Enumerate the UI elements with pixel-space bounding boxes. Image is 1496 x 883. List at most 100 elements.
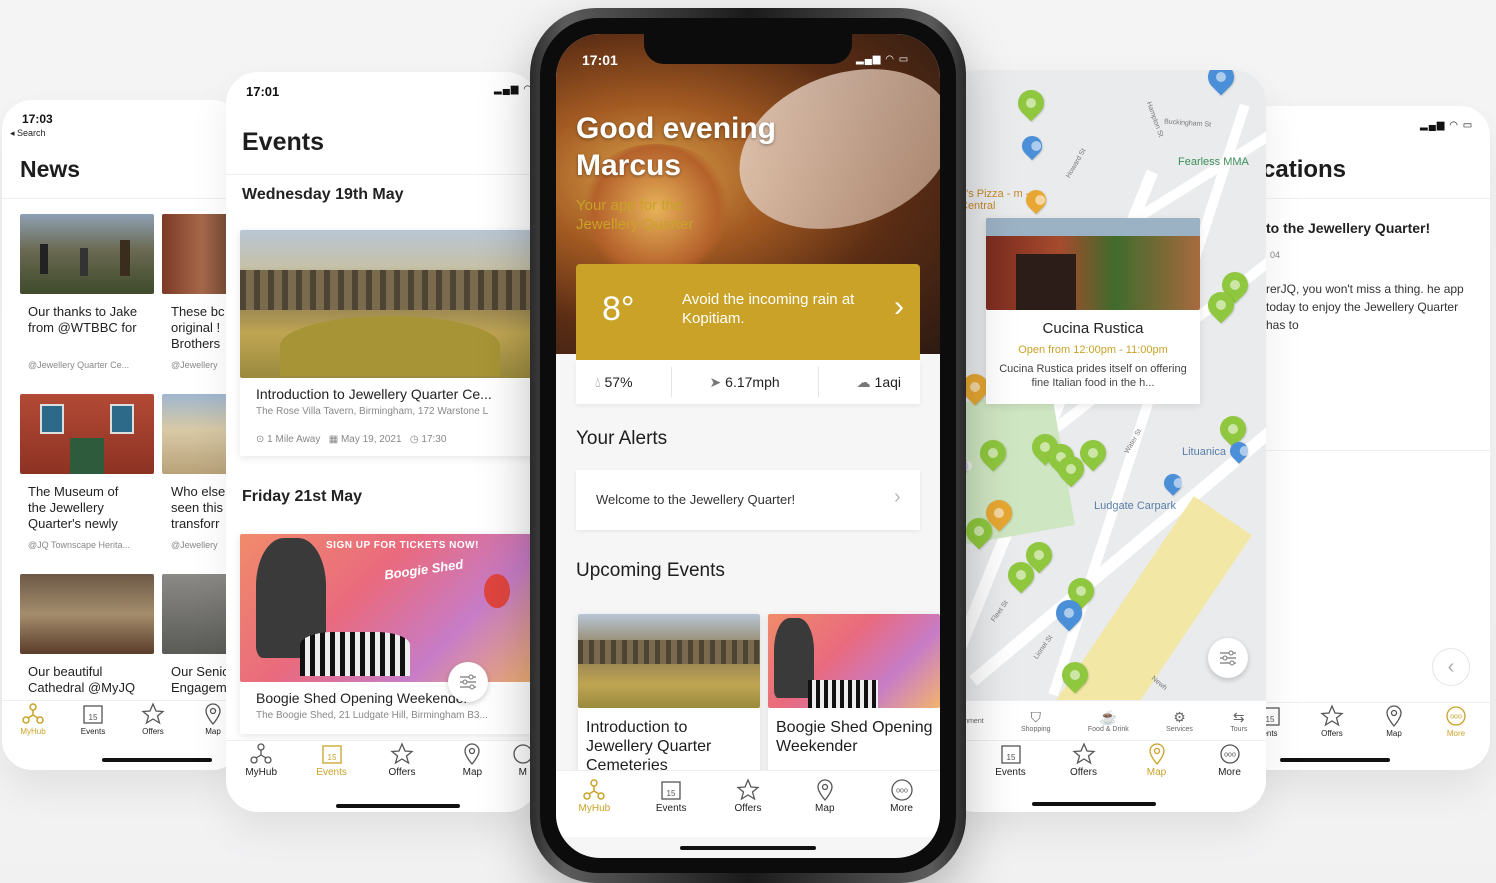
news-item-title-3[interactable]: The Museum of the Jewellery Quarter's ne… — [28, 484, 138, 532]
calendar-icon: 15 — [83, 705, 103, 724]
home-tab-more[interactable]: ooo More — [872, 777, 932, 837]
news-back-link[interactable]: ◂ Search — [10, 128, 46, 139]
home-tab-more-label: More — [890, 803, 913, 814]
map-tab-map-label: Map — [1146, 767, 1167, 778]
events-tab-map[interactable]: Map — [442, 741, 502, 797]
event-card-2-image: SIGN UP FOR TICKETS NOW! Boogie Shed — [240, 534, 538, 682]
home-tab-myhub[interactable]: MyHub — [564, 777, 624, 837]
events-home-indicator — [336, 804, 460, 808]
category-tours[interactable]: ⇆ Tours — [1230, 709, 1247, 733]
event-card-1-meta: ⊙ 1 Mile Away ▦ May 19, 2021 ◷ 17:30 — [256, 434, 446, 445]
back-chevron-button[interactable]: ‹ — [1432, 648, 1470, 686]
news-image-1[interactable] — [20, 214, 154, 294]
venue-popup-name: Cucina Rustica — [1042, 320, 1144, 337]
news-status-time: 17:03 — [22, 112, 53, 126]
venue-popup-image — [986, 218, 1200, 310]
map-marker[interactable] — [1017, 131, 1047, 161]
event-card-2[interactable]: SIGN UP FOR TICKETS NOW! Boogie Shed Boo… — [240, 534, 538, 734]
event-card-2-banner: SIGN UP FOR TICKETS NOW! — [326, 540, 479, 551]
category-shopping[interactable]: ⛉ Shopping — [1021, 709, 1051, 733]
filter-button[interactable] — [448, 662, 488, 702]
map-pin-icon — [1386, 705, 1402, 727]
upcoming-event-2-image — [768, 614, 940, 708]
map-tab-offers[interactable]: Offers — [1054, 741, 1114, 791]
alert-text: Welcome to the Jewellery Quarter! — [596, 492, 796, 507]
home-tab-events[interactable]: 15 Events — [641, 777, 701, 837]
weather-stats: 💧︎ 57% ➤ 6.17mph ☁ 1aqi — [576, 360, 920, 404]
calendar-icon: 15 — [321, 745, 342, 764]
events-tab-events-label: Events — [316, 767, 347, 778]
svg-text:ooo: ooo — [896, 788, 908, 795]
news-tab-myhub[interactable]: MyHub — [4, 701, 62, 751]
chevron-right-icon: › — [894, 486, 901, 508]
events-tab-myhub[interactable]: MyHub — [231, 741, 291, 797]
map-tab-offers-label: Offers — [1069, 767, 1098, 778]
notifications-screen: ▂▄▆ ◠ ▭ cations to the Jewellery Quarter… — [1240, 106, 1490, 770]
alert-item[interactable]: Welcome to the Jewellery Quarter! › — [576, 470, 920, 530]
greeting-subtitle: Your app for the Jewellery Quarter — [576, 197, 694, 233]
home-tab-map[interactable]: Map — [795, 777, 855, 837]
events-tab-events[interactable]: 15 Events — [302, 741, 362, 797]
news-item-title-5[interactable]: Our beautiful Cathedral @MyJQ — [28, 664, 148, 696]
news-tab-offers[interactable]: Offers — [124, 701, 182, 751]
map-label-ludgate: Ludgate Carpark — [1094, 500, 1176, 512]
map-label-newhall: Newh — [1149, 675, 1169, 692]
map-label-lituanica: Lituanica — [1182, 446, 1227, 458]
map-marker[interactable] — [1012, 84, 1050, 122]
notifications-tab-map[interactable]: Map — [1364, 703, 1424, 749]
news-tab-map-label: Map — [205, 727, 221, 736]
news-tab-myhub-label: MyHub — [20, 727, 46, 736]
news-tab-bar: MyHub 15 Events Offers Map — [2, 700, 242, 751]
shopping-bag-icon: ⛉ — [1030, 709, 1042, 725]
events-tab-offers-label: Offers — [388, 767, 416, 778]
cup-icon: ☕ — [1099, 709, 1118, 725]
news-item-title-1[interactable]: Our thanks to Jake from @WTBBC for — [28, 304, 138, 336]
events-page-title: Events — [242, 128, 324, 156]
map-filter-button[interactable] — [1208, 638, 1248, 678]
more-icon: ooo — [1446, 706, 1466, 726]
news-image-5[interactable] — [20, 574, 154, 654]
map-tab-events[interactable]: 15 Events — [981, 741, 1041, 791]
weather-message: Avoid the incoming rain at Kopitiam. — [682, 291, 855, 327]
category-food-drink[interactable]: ☕ Food & Drink — [1088, 709, 1129, 733]
filter-icon — [1220, 650, 1236, 666]
venue-popup[interactable]: Cucina Rustica Open from 12:00pm - 11:00… — [986, 218, 1200, 404]
notifications-tab-offers[interactable]: Offers — [1302, 703, 1362, 749]
svg-text:15: 15 — [327, 753, 336, 762]
upcoming-event-1[interactable]: Introduction to Jewellery Quarter Cemete… — [578, 614, 760, 774]
news-home-indicator — [102, 758, 212, 762]
clock-icon: ◷ — [409, 434, 419, 445]
notification-heading[interactable]: to the Jewellery Quarter! — [1266, 220, 1430, 236]
category-services-label: Services — [1166, 726, 1193, 733]
home-tab-offers[interactable]: Offers — [718, 777, 778, 837]
map-tab-more[interactable]: ooo More — [1200, 741, 1260, 791]
map-marker[interactable] — [1160, 470, 1186, 496]
map-home-indicator — [1032, 802, 1156, 806]
news-item-source-4: @Jewellery — [171, 540, 218, 550]
more-icon: ooo — [1219, 744, 1240, 764]
map-marker[interactable] — [1202, 70, 1240, 96]
svg-text:15: 15 — [1266, 715, 1275, 724]
home-tab-myhub-label: MyHub — [578, 803, 611, 814]
map-tab-more-label: More — [1218, 767, 1241, 778]
news-image-3[interactable] — [20, 394, 154, 474]
weather-card[interactable]: 8° Avoid the incoming rain at Kopitiam. … — [576, 264, 920, 360]
map-tab-map[interactable]: Map — [1127, 741, 1187, 791]
star-icon — [390, 742, 414, 765]
upcoming-event-2[interactable]: Boogie Shed Opening Weekender — [768, 614, 940, 774]
weather-temperature: 8° — [602, 290, 635, 328]
humidity-value: 57% — [604, 373, 633, 390]
category-services[interactable]: ⚙ Services — [1166, 709, 1193, 733]
news-screen: 17:03 ◂ Search News Our thanks to Jake f… — [2, 100, 242, 770]
notifications-tab-more[interactable]: ooo More — [1426, 703, 1486, 749]
events-tab-offers[interactable]: Offers — [372, 741, 432, 797]
map-label-buckingham: Buckingham St — [1163, 118, 1212, 129]
map-label-howard: Howard St — [1065, 147, 1088, 180]
home-tab-map-label: Map — [815, 803, 835, 814]
gears-icon: ⚙ — [1173, 709, 1186, 725]
calendar-small-icon: ▦ — [328, 434, 339, 445]
news-tab-events[interactable]: 15 Events — [64, 701, 122, 751]
event-card-1[interactable]: Introduction to Jewellery Quarter Ce... … — [240, 230, 538, 456]
wind-stat: ➤ 6.17mph — [710, 374, 780, 391]
map-marker[interactable] — [1214, 410, 1252, 448]
